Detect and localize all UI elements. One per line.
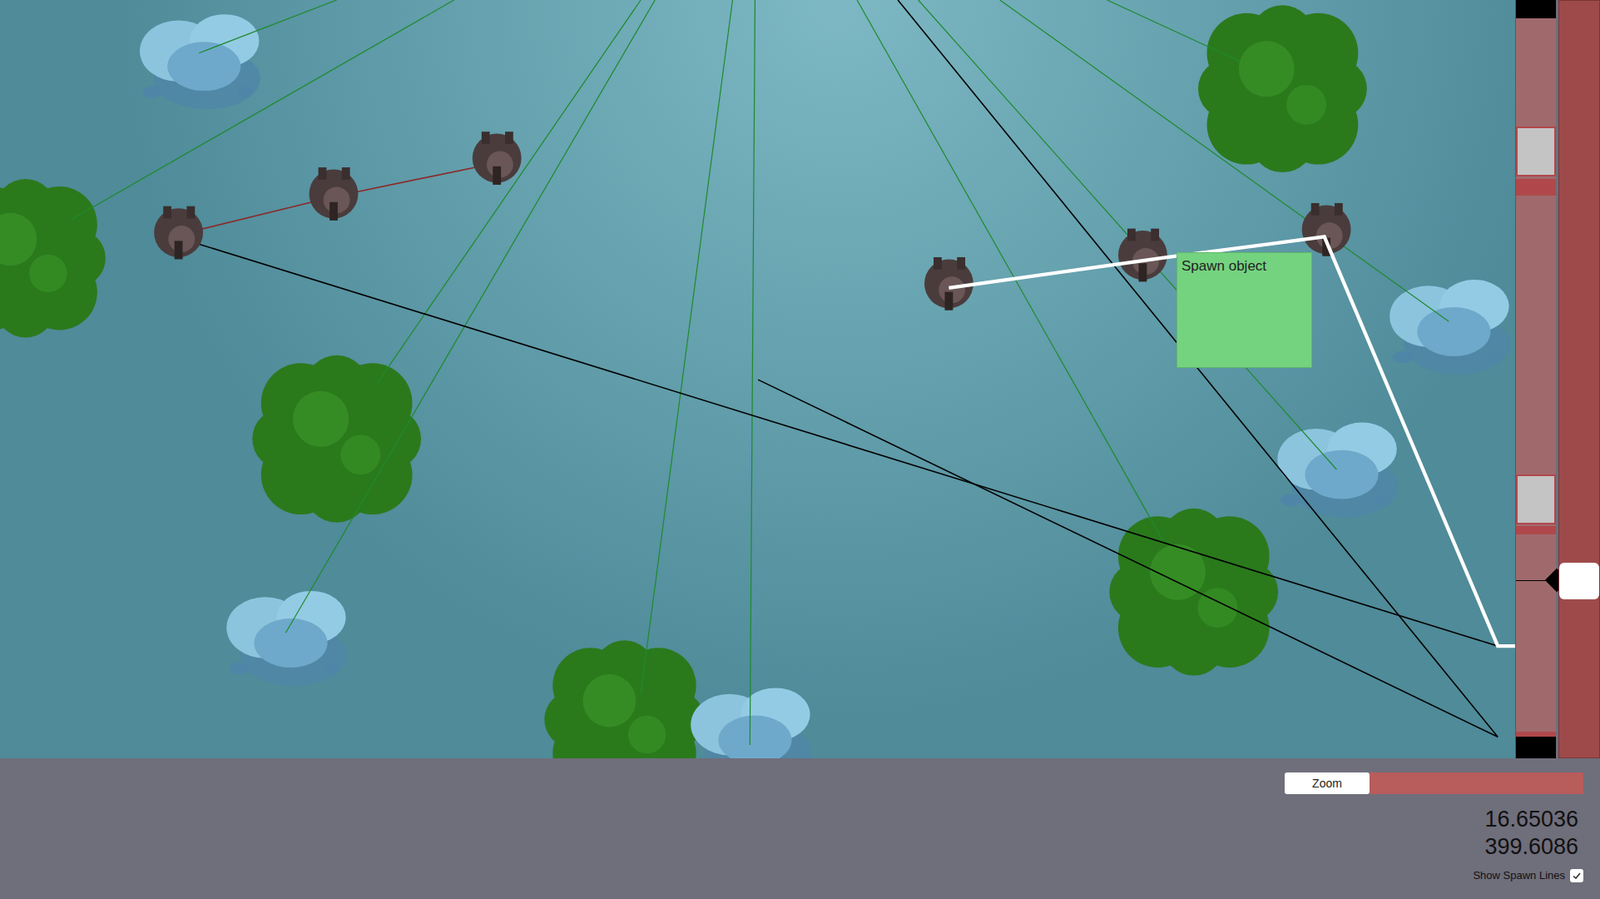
path-line	[178, 237, 1499, 646]
show-spawn-lines[interactable]: Show Spawn Lines	[1472, 866, 1584, 884]
water-splash	[1277, 422, 1398, 518]
tree	[0, 178, 106, 338]
spawn-line	[377, 0, 641, 383]
editor: Spawn object Zoom 16.65036399.6086 Show Spa…	[0, 0, 1600, 899]
scene	[0, 0, 1516, 758]
water-splash	[1389, 279, 1511, 375]
enemy[interactable]	[472, 131, 522, 185]
spawn-line	[285, 0, 655, 633]
spawn-line	[640, 0, 733, 694]
tree	[252, 355, 422, 523]
water-splash	[226, 590, 347, 686]
spawn-line	[198, 0, 337, 54]
tree	[1198, 4, 1368, 173]
timeline-end-mark	[1515, 731, 1556, 737]
enemy[interactable]	[153, 206, 204, 260]
top-area: Spawn object	[0, 0, 1600, 758]
timeline-handle[interactable]	[1559, 562, 1600, 600]
zoom-track[interactable]	[1369, 772, 1584, 794]
readouts: 16.65036399.6086	[1484, 805, 1584, 861]
enemy[interactable]	[1302, 203, 1352, 257]
zoom-button[interactable]: Zoom	[1284, 772, 1370, 794]
readout: 399.6086	[1484, 832, 1579, 861]
selected-path[interactable]	[948, 236, 1516, 646]
tree	[544, 639, 704, 758]
path-line	[897, 0, 1498, 737]
water-splash	[139, 14, 261, 109]
spawn-line	[749, 0, 755, 745]
timeline-event-mark	[1515, 525, 1556, 535]
checkbox[interactable]	[1570, 868, 1584, 882]
enemy[interactable]	[1118, 228, 1168, 283]
timeline-event[interactable]	[1515, 474, 1556, 525]
spawn-line	[918, 0, 1338, 470]
bottom-panel: Zoom 16.65036399.6086 Show Spawn Lines	[0, 757, 1600, 899]
timeline-top-cap	[1515, 0, 1556, 19]
zoom-row: Zoom	[1284, 772, 1584, 794]
enemy-link	[178, 163, 496, 235]
show-spawn-lines-label: Show Spawn Lines	[1472, 866, 1566, 884]
timeline-event[interactable]	[1515, 126, 1556, 177]
timeline-event-mark	[1515, 178, 1556, 196]
timeline[interactable]	[1515, 0, 1556, 758]
spawn-line	[71, 0, 455, 220]
enemy[interactable]	[309, 167, 359, 221]
spawn-object[interactable]: Spawn object	[1176, 252, 1313, 368]
check-icon	[1571, 870, 1582, 881]
readout: 16.65036	[1484, 805, 1579, 833]
path-line	[757, 379, 1498, 737]
water-splash	[690, 687, 812, 758]
game-canvas[interactable]: Spawn object	[0, 0, 1516, 758]
timeline-bottom-cap	[1515, 736, 1556, 758]
scroll-column[interactable]	[1558, 0, 1600, 758]
spawn-line	[1106, 0, 1239, 62]
